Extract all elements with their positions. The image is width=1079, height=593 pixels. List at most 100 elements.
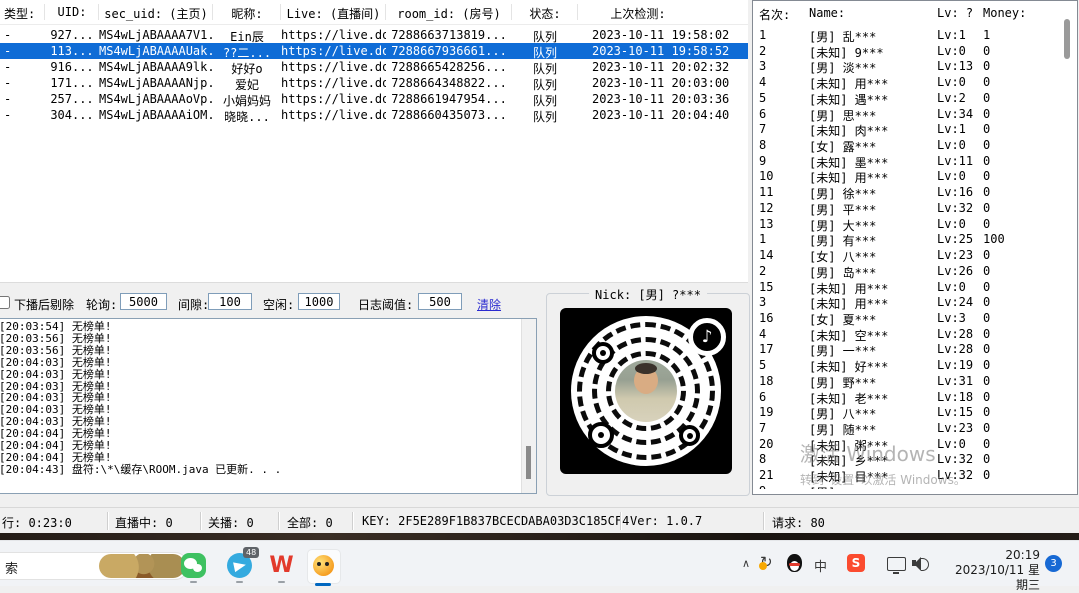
col-header-sec-uid: sec_uid: (主页) bbox=[99, 5, 213, 22]
cell-money: 0 bbox=[983, 452, 990, 466]
rank-row[interactable]: 18 [男] 野*** Lv:31 0 bbox=[753, 373, 1073, 389]
rank-row[interactable]: 5 [未知] 遇*** Lv:2 0 bbox=[753, 90, 1073, 106]
rank-row[interactable]: 9 [未知] 墨*** Lv:11 0 bbox=[753, 153, 1073, 169]
cell-rank: 5 bbox=[759, 358, 766, 372]
table-row[interactable]: - 927... MS4wLjABAAAA7V1... Ein辰 https:/… bbox=[0, 27, 748, 43]
cell-sec-uid: MS4wLjABAAAAiOM... bbox=[99, 108, 213, 122]
notification-count-badge[interactable]: 3 bbox=[1045, 555, 1062, 572]
rank-row[interactable]: 21 [未知] 目*** Lv:32 0 bbox=[753, 467, 1073, 483]
rank-row[interactable]: 6 [未知] 老*** Lv:18 0 bbox=[753, 389, 1073, 405]
rank-row[interactable]: 20 [未知] 粥*** Lv:0 0 bbox=[753, 436, 1073, 452]
cell-lv: Lv:25 bbox=[937, 232, 973, 246]
volume-icon[interactable] bbox=[912, 556, 930, 570]
search-text: 索 bbox=[5, 558, 18, 577]
log-threshold-label: 日志阈值: bbox=[358, 296, 413, 313]
license-key: KEY: 2F5E289F1B837BCECDABA03D3C185CF4 bbox=[362, 514, 629, 528]
qr-position-marker bbox=[588, 422, 614, 448]
active-app-icon[interactable] bbox=[307, 549, 341, 584]
running-indicator bbox=[190, 581, 197, 583]
rank-row[interactable]: 4 [未知] 用*** Lv:0 0 bbox=[753, 74, 1073, 90]
cell-money: 0 bbox=[983, 421, 990, 435]
table-row[interactable]: - 916... MS4wLjABAAAA9lk... 好好o https://… bbox=[0, 59, 748, 75]
log-output-box[interactable]: [20:03:54] 无榜单![20:03:56] 无榜单![20:03:56]… bbox=[0, 318, 537, 494]
taskbar-clock[interactable]: 20:19 2023/10/11 星期三 bbox=[945, 548, 1040, 593]
cell-lv: Lv:19 bbox=[937, 358, 973, 372]
cell-room-id: 7288663713819... bbox=[386, 28, 512, 42]
cell-last-check: 2023-10-11 20:02:32 bbox=[578, 60, 752, 74]
ime-indicator[interactable]: 中 bbox=[814, 556, 827, 575]
rank-row[interactable]: 4 [未知] 空*** Lv:28 0 bbox=[753, 326, 1073, 342]
log-line: [20:04:03] 无榜单! bbox=[0, 369, 504, 381]
table-row[interactable]: - 171... MS4wLjABAAAANjp... 爱妃 https://l… bbox=[0, 75, 748, 91]
wps-office-icon[interactable]: W bbox=[269, 553, 294, 578]
rank-row[interactable]: 1 [男] 乱*** Lv:1 1 bbox=[753, 27, 1073, 43]
col-header-room-id: room_id: (房号) bbox=[386, 5, 512, 22]
gap-input[interactable] bbox=[208, 293, 252, 310]
sync-tray-icon[interactable]: ↻ bbox=[760, 553, 773, 571]
cell-rank: 1 bbox=[759, 232, 766, 246]
rank-row[interactable]: 19 [男] 八*** Lv:15 0 bbox=[753, 404, 1073, 420]
rank-row[interactable]: 10 [未知] 用*** Lv:0 0 bbox=[753, 168, 1073, 184]
cell-money: 0 bbox=[983, 327, 990, 341]
rank-row[interactable]: 2 [未知] 9*** Lv:0 0 bbox=[753, 43, 1073, 59]
rank-row[interactable]: 13 [男] 大*** Lv:0 0 bbox=[753, 216, 1073, 232]
stream-monitor-table: 类型: UID: sec_uid: (主页) 昵称: Live: (直播间) r… bbox=[0, 0, 748, 283]
cell-type: - bbox=[4, 108, 44, 122]
name-col-header: Name: bbox=[809, 6, 845, 20]
rank-row[interactable]: 12 [男] 平*** Lv:32 0 bbox=[753, 200, 1073, 216]
rank-row[interactable]: 2 [男] 岛*** Lv:26 0 bbox=[753, 263, 1073, 279]
log-threshold-input[interactable] bbox=[418, 293, 462, 310]
cell-money: 100 bbox=[983, 232, 1005, 246]
rank-row[interactable]: 17 [男] 一*** Lv:28 0 bbox=[753, 341, 1073, 357]
table-row[interactable]: - 257... MS4wLjABAAAAoVp... 小娟妈妈 https:/… bbox=[0, 91, 748, 107]
rank-row[interactable]: 7 [未知] 肉*** Lv:1 0 bbox=[753, 121, 1073, 137]
cell-rank: 5 bbox=[759, 91, 766, 105]
poll-label: 轮询: bbox=[86, 296, 117, 313]
rank-row[interactable]: 6 [男] 思*** Lv:34 0 bbox=[753, 106, 1073, 122]
cell-rank: 14 bbox=[759, 248, 773, 262]
cell-rank: 2 bbox=[759, 44, 766, 58]
network-display-icon[interactable] bbox=[887, 557, 906, 571]
cell-rank: 13 bbox=[759, 217, 773, 231]
rank-row[interactable]: 8 [未知] 乡*** Lv:32 0 bbox=[753, 451, 1073, 467]
rank-row[interactable]: 7 [男] 随*** Lv:23 0 bbox=[753, 420, 1073, 436]
bee-mascot-icon bbox=[313, 555, 334, 576]
rank-row[interactable]: 9 [男] bbox=[753, 483, 1073, 489]
cell-money: 0 bbox=[983, 280, 990, 294]
table-row[interactable]: - 304... MS4wLjABAAAAiOM... 晓晓... https:… bbox=[0, 107, 748, 123]
gap-label: 间隙: bbox=[178, 296, 209, 313]
search-dinosaur-image bbox=[99, 554, 185, 578]
cell-money: 0 bbox=[983, 468, 990, 482]
qq-tray-icon[interactable] bbox=[787, 554, 802, 572]
rank-row[interactable]: 11 [男] 徐*** Lv:16 0 bbox=[753, 184, 1073, 200]
rank-row[interactable]: 5 [未知] 好*** Lv:19 0 bbox=[753, 357, 1073, 373]
rank-row[interactable]: 8 [女] 露*** Lv:0 0 bbox=[753, 137, 1073, 153]
rank-row[interactable]: 14 [女] 八*** Lv:23 0 bbox=[753, 247, 1073, 263]
log-scrollbar[interactable] bbox=[521, 319, 536, 493]
rank-row[interactable]: 1 [男] 有*** Lv:25 100 bbox=[753, 231, 1073, 247]
idle-input[interactable] bbox=[298, 293, 340, 310]
cell-type: - bbox=[4, 76, 44, 90]
rank-row[interactable]: 3 [未知] 用*** Lv:24 0 bbox=[753, 294, 1073, 310]
cell-rank: 15 bbox=[759, 280, 773, 294]
cell-live-url: https://live.do... bbox=[281, 92, 386, 106]
cell-money: 0 bbox=[983, 44, 990, 58]
wechat-icon[interactable] bbox=[181, 553, 206, 578]
log-scrollbar-thumb[interactable] bbox=[526, 446, 531, 479]
cell-money: 1 bbox=[983, 28, 990, 42]
rank-row[interactable]: 3 [男] 淡*** Lv:13 0 bbox=[753, 58, 1073, 74]
poll-input[interactable] bbox=[120, 293, 167, 310]
rank-row[interactable]: 15 [未知] 用*** Lv:0 0 bbox=[753, 279, 1073, 295]
remove-after-offline-checkbox[interactable] bbox=[0, 296, 10, 309]
taskbar-search-input[interactable]: 索 bbox=[0, 552, 188, 580]
table-row[interactable]: - 113... MS4wLjABAAAAUak... ??二... https… bbox=[0, 43, 748, 59]
clear-log-link[interactable]: 清除 bbox=[477, 296, 501, 313]
cell-sec-uid: MS4wLjABAAAAUak... bbox=[99, 44, 213, 58]
rank-scrollbar-thumb[interactable] bbox=[1064, 19, 1070, 59]
cell-money: 0 bbox=[983, 201, 990, 215]
rank-row[interactable]: 16 [女] 夏*** Lv:3 0 bbox=[753, 310, 1073, 326]
sogou-input-icon[interactable]: S bbox=[847, 554, 865, 572]
tray-chevron-up-icon[interactable]: ∧ bbox=[742, 557, 750, 570]
status-bar: 行: 0:23:0 直播中: 0 关播: 0 全部: 0 KEY: 2F5E28… bbox=[0, 507, 1079, 534]
running-indicator bbox=[236, 581, 243, 583]
